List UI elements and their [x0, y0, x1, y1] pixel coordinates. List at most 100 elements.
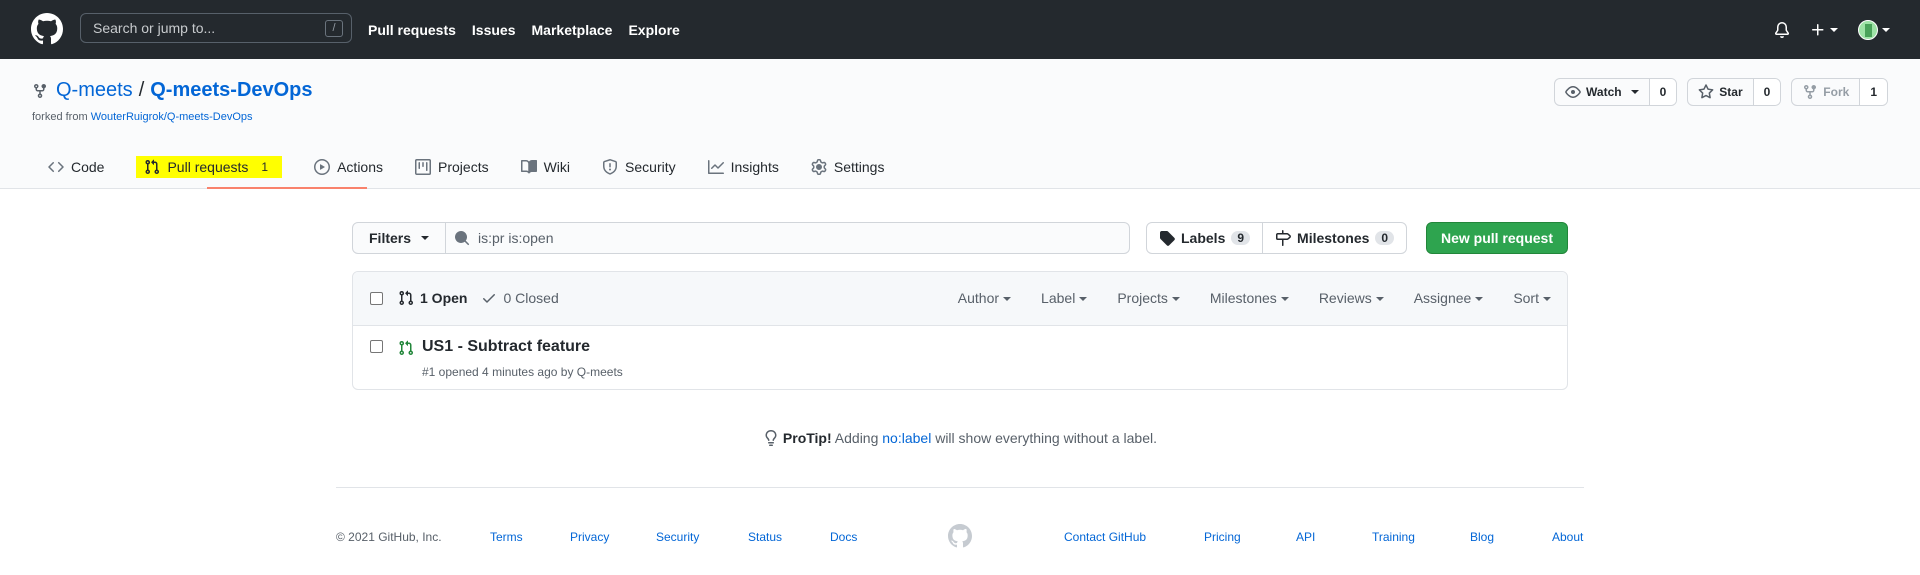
tab-settings-label: Settings — [833, 158, 885, 175]
tab-actions[interactable]: Actions — [298, 144, 399, 189]
repo-tabs: Code Pull requests 1 Actions Projects Wi… — [32, 144, 900, 189]
reviews-menu-label: Reviews — [1318, 290, 1372, 306]
footer-link-contact[interactable]: Contact GitHub — [1064, 530, 1146, 544]
fork-count[interactable]: 1 — [1860, 79, 1887, 105]
tab-projects-label: Projects — [438, 158, 489, 175]
fork-button-group: Fork 1 — [1791, 78, 1888, 106]
star-button[interactable]: Star — [1688, 79, 1754, 105]
footer-link-training[interactable]: Training — [1372, 530, 1415, 544]
nav-explore[interactable]: Explore — [628, 22, 679, 38]
tab-wiki-label: Wiki — [543, 158, 571, 175]
search-placeholder: Search or jump to... — [93, 20, 216, 36]
footer-link-security[interactable]: Security — [656, 530, 699, 544]
tab-security[interactable]: Security — [586, 144, 692, 189]
footer-link-pricing[interactable]: Pricing — [1204, 530, 1241, 544]
nav-pull-requests[interactable]: Pull requests — [368, 22, 456, 38]
assignee-menu[interactable]: Assignee — [1414, 290, 1484, 306]
filter-search-input[interactable]: is:pr is:open — [446, 222, 1130, 254]
milestones-button[interactable]: Milestones 0 — [1262, 223, 1406, 253]
assignee-menu-label: Assignee — [1413, 290, 1472, 306]
footer-link-docs[interactable]: Docs — [830, 530, 857, 544]
pull-request-title-link[interactable]: US1 - Subtract feature — [422, 338, 590, 356]
nav-marketplace[interactable]: Marketplace — [532, 22, 613, 38]
new-pull-request-button[interactable]: New pull request — [1426, 222, 1568, 254]
footer-link-status[interactable]: Status — [748, 530, 782, 544]
chevron-down-icon — [421, 236, 430, 240]
tab-code[interactable]: Code — [32, 144, 120, 189]
star-label: Star — [1719, 85, 1743, 99]
label-menu[interactable]: Label — [1041, 290, 1088, 306]
tab-wiki[interactable]: Wiki — [505, 144, 586, 189]
footer-link-privacy[interactable]: Privacy — [570, 530, 609, 544]
footer-divider — [336, 487, 1584, 488]
forked-from-link[interactable]: WouterRuigrok/Q-meets-DevOps — [91, 111, 253, 123]
code-icon — [48, 159, 64, 175]
fork-button[interactable]: Fork — [1792, 79, 1861, 105]
tab-projects[interactable]: Projects — [399, 144, 505, 189]
open-filter-link[interactable]: 1 Open — [398, 290, 467, 306]
closed-count-label: 0 Closed — [503, 290, 559, 306]
chevron-down-icon — [1882, 27, 1890, 32]
projects-menu[interactable]: Projects — [1117, 290, 1180, 306]
tab-pull-requests[interactable]: Pull requests 1 — [120, 144, 367, 189]
chevron-down-icon — [1003, 297, 1012, 302]
fork-label: Fork — [1823, 85, 1850, 99]
play-icon — [314, 158, 331, 175]
tab-settings[interactable]: Settings — [795, 144, 901, 189]
create-new-menu[interactable] — [1810, 22, 1838, 38]
avatar — [1858, 19, 1878, 40]
pull-request-meta: #1 opened 4 minutes ago by Q-meets — [422, 365, 623, 379]
github-logo-icon[interactable] — [948, 524, 972, 548]
milestones-menu-label: Milestones — [1209, 290, 1277, 306]
tab-pull-requests-label: Pull requests — [167, 158, 249, 175]
filter-bar: Filters is:pr is:open — [352, 222, 1130, 254]
author-menu[interactable]: Author — [957, 290, 1012, 306]
closed-filter-link[interactable]: 0 Closed — [481, 290, 559, 306]
plus-icon — [1812, 23, 1824, 35]
row-checkbox[interactable] — [370, 340, 383, 353]
light-bulb-icon — [765, 430, 777, 446]
footer-copyright: © 2021 GitHub, Inc. — [336, 530, 442, 544]
global-nav: Pull requests Issues Marketplace Explore — [368, 0, 680, 59]
author-menu-label: Author — [957, 290, 1000, 306]
header-actions — [1774, 0, 1890, 59]
repo-actions: Watch 0 Star 0 Fork 1 — [1554, 78, 1888, 106]
star-count[interactable]: 0 — [1753, 79, 1781, 105]
footer-link-terms[interactable]: Terms — [490, 530, 523, 544]
protip: ProTip! Adding no:label will show everyt… — [0, 430, 1920, 446]
filters-button[interactable]: Filters — [352, 222, 447, 254]
tab-insights[interactable]: Insights — [692, 144, 795, 189]
repo-name-link[interactable]: Q-meets-DevOps — [150, 79, 312, 102]
github-logo-icon[interactable] — [31, 13, 63, 45]
reviews-menu[interactable]: Reviews — [1319, 290, 1384, 306]
footer-link-about[interactable]: About — [1552, 530, 1583, 544]
nav-issues[interactable]: Issues — [472, 22, 516, 38]
labels-button[interactable]: Labels 9 — [1147, 223, 1262, 253]
bell-icon[interactable] — [1774, 21, 1790, 38]
sort-menu-label: Sort — [1513, 290, 1539, 306]
forked-from-label: forked from — [32, 111, 88, 123]
select-all-checkbox[interactable] — [370, 292, 383, 305]
user-menu[interactable] — [1858, 19, 1890, 40]
star-button-group: Star 0 — [1687, 78, 1782, 106]
milestones-menu[interactable]: Milestones — [1210, 290, 1289, 306]
protip-before: Adding — [834, 430, 879, 446]
watch-button[interactable]: Watch — [1555, 79, 1650, 105]
labels-count: 9 — [1231, 231, 1251, 245]
watch-count[interactable]: 0 — [1649, 79, 1677, 105]
list-item: US1 - Subtract feature #1 opened 4 minut… — [353, 326, 1567, 389]
tab-code-label: Code — [71, 158, 105, 175]
tab-actions-label: Actions — [337, 158, 384, 175]
search-input[interactable]: Search or jump to... / — [80, 13, 352, 43]
repo-owner-link[interactable]: Q-meets — [56, 79, 133, 102]
sort-menu[interactable]: Sort — [1513, 290, 1551, 306]
repo-header: Q-meets / Q-meets-DevOps forked from Wou… — [0, 59, 1920, 189]
protip-strong: ProTip! — [782, 430, 832, 446]
milestones-count: 0 — [1375, 231, 1395, 245]
footer-link-blog[interactable]: Blog — [1470, 530, 1494, 544]
chevron-down-icon — [1543, 297, 1551, 302]
tab-pull-requests-count: 1 — [261, 159, 269, 174]
protip-link[interactable]: no:label — [882, 430, 931, 446]
protip-after: will show everything without a label. — [935, 430, 1157, 446]
footer-link-api[interactable]: API — [1296, 530, 1315, 544]
